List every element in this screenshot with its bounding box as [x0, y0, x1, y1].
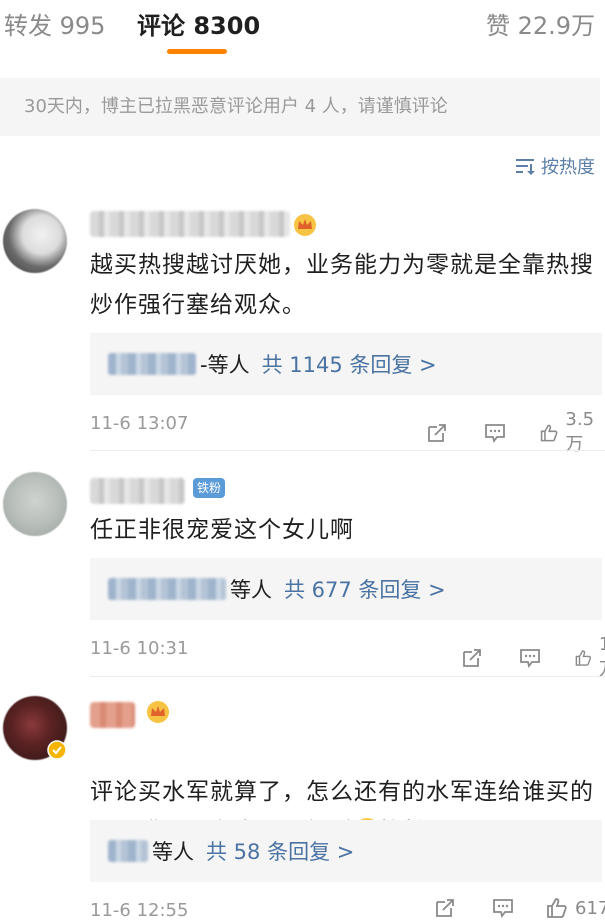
replies-summary[interactable]: 等人 共 677 条回复 >	[90, 558, 602, 620]
tab-comments[interactable]: 评论 8300	[137, 6, 260, 41]
comment-item: 铁粉 任正非很宠爱这个女儿啊 等人 共 677 条回复 > 11-6 10:31…	[0, 468, 605, 681]
username-blurred[interactable]	[90, 702, 135, 728]
replies-summary[interactable]: -等人 共 1145 条回复 >	[90, 333, 602, 395]
thumbs-up-icon	[575, 649, 592, 666]
reply-names-suffix: 等人	[152, 840, 194, 864]
reply-button[interactable]	[518, 646, 542, 670]
comment-icon	[520, 648, 540, 668]
comment-icon	[493, 899, 513, 919]
like-button[interactable]: 3.5万	[539, 409, 605, 456]
reply-count-link[interactable]: 共 58 条回复 >	[206, 836, 354, 866]
reply-count-link[interactable]: 共 677 条回复 >	[284, 574, 446, 604]
thumbs-up-icon	[540, 424, 558, 441]
share-button[interactable]	[460, 646, 484, 670]
like-count: 3.5万	[565, 409, 595, 455]
sort-label: 按热度	[541, 157, 595, 178]
reply-button[interactable]	[483, 421, 507, 445]
share-icon	[428, 423, 446, 442]
timestamp: 11-6 12:55	[90, 900, 189, 921]
notice-text: 30天内，博主已拉黑恶意评论用户 4 人，请谨慎评论	[24, 96, 448, 117]
comment-icon	[485, 423, 505, 443]
comment-text: 任正非很宠爱这个女儿啊	[90, 517, 354, 543]
comment-tabs: 转发 995 评论 8300 赞 22.9万	[0, 0, 605, 60]
divider	[90, 676, 605, 677]
like-count: 1万	[598, 634, 605, 680]
like-button[interactable]: 1万	[574, 634, 605, 681]
avatar[interactable]	[3, 472, 67, 536]
comment-item: 越买热搜越讨厌她，业务能力为零就是全靠热搜炒作强行塞给观众。 -等人 共 114…	[0, 205, 605, 455]
iron-fan-badge: 铁粉	[193, 478, 226, 498]
active-tab-indicator	[167, 49, 227, 54]
reply-button[interactable]	[491, 896, 515, 920]
reply-user-names-blurred	[108, 578, 226, 600]
username-blurred[interactable]	[90, 211, 290, 237]
reply-names-suffix: 等人	[230, 578, 272, 602]
sort-icon	[516, 159, 535, 175]
share-icon	[436, 899, 454, 917]
like-button[interactable]: 6176	[545, 896, 605, 920]
verified-badge-icon	[47, 740, 67, 760]
blocked-users-notice: 30天内，博主已拉黑恶意评论用户 4 人，请谨慎评论	[0, 78, 600, 136]
comment-actions: 3.5万	[365, 409, 605, 456]
share-icon	[463, 648, 481, 667]
timestamp: 11-6 10:31	[90, 638, 189, 659]
comment-actions: 1万	[385, 634, 605, 681]
reply-user-names-blurred	[108, 353, 196, 375]
timestamp: 11-6 13:07	[90, 413, 189, 434]
tab-likes[interactable]: 赞 22.9万	[486, 6, 595, 41]
comment-text: 越买热搜越讨厌她，业务能力为零就是全靠热搜炒作强行塞给观众。	[90, 252, 594, 318]
share-button[interactable]	[425, 421, 449, 445]
vip-crown-icon	[147, 701, 169, 723]
thumbs-up-icon	[547, 898, 567, 918]
like-count: 6176	[575, 897, 605, 919]
sort-by-hot-button[interactable]: 按热度	[515, 153, 595, 179]
reply-user-names-blurred	[108, 840, 148, 862]
tab-reposts[interactable]: 转发 995	[4, 6, 105, 41]
comment-actions: 6176	[365, 896, 605, 920]
username-blurred[interactable]	[90, 478, 185, 504]
avatar[interactable]	[3, 209, 67, 273]
divider	[90, 450, 605, 451]
comment-item: 评论买水军就算了，怎么还有的水军连给谁买的都弄错了，名字都没打对尴尬 等人 共 …	[0, 692, 605, 921]
reply-count-link[interactable]: 共 1145 条回复 >	[262, 349, 437, 379]
share-button[interactable]	[433, 896, 457, 920]
reply-names-suffix: -等人	[200, 353, 250, 377]
crown-icon	[294, 214, 316, 236]
replies-summary[interactable]: 等人 共 58 条回复 >	[90, 820, 602, 882]
